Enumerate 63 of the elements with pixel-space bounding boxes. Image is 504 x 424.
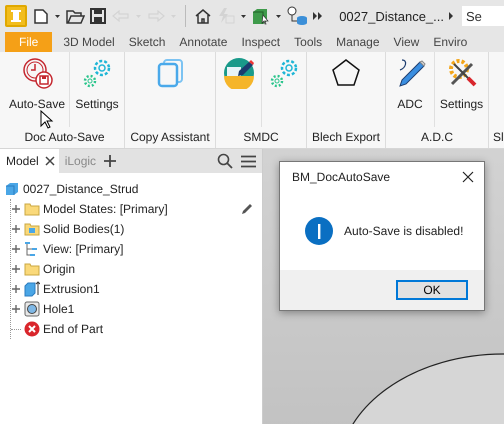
ribbon-button[interactable]: ADC: [386, 52, 434, 127]
panel-label: Copy Assistant: [129, 129, 211, 146]
ribbon-tab[interactable]: Inspect: [234, 32, 288, 52]
ribbon-tab[interactable]: View: [386, 32, 426, 52]
clock-save-icon: [21, 57, 53, 89]
ribbon-button[interactable]: Settings: [69, 52, 124, 127]
drawing-board-icon: [222, 57, 254, 89]
save-icon[interactable]: [89, 7, 107, 25]
search-field[interactable]: Se: [462, 6, 504, 26]
folder-icon: [24, 261, 40, 277]
expand-icon[interactable]: [11, 284, 21, 294]
panel-label: Sl: [492, 129, 504, 146]
ribbon-tab[interactable]: Manage: [329, 32, 387, 52]
ribbon-tab[interactable]: Annotate: [172, 32, 234, 52]
database-icon[interactable]: [286, 6, 308, 26]
search-icon[interactable]: [217, 153, 233, 169]
expand-icon[interactable]: [11, 264, 21, 274]
tree-item[interactable]: Hole1: [43, 302, 74, 316]
expand-icon[interactable]: [11, 224, 21, 234]
cube-icon: [4, 181, 20, 197]
home-icon[interactable]: [194, 7, 212, 25]
panel-label: SMDC: [242, 129, 280, 146]
menu-icon[interactable]: [241, 154, 256, 168]
ok-button[interactable]: OK: [396, 280, 468, 300]
tree-item[interactable]: Solid Bodies(1): [43, 222, 124, 236]
info-icon: [304, 216, 334, 246]
hole-icon: [24, 301, 40, 317]
tree-item[interactable]: Origin: [43, 262, 76, 276]
expand-icon[interactable]: [11, 204, 21, 214]
close-icon[interactable]: [462, 171, 474, 183]
tree-item[interactable]: View: [Primary]: [43, 242, 124, 256]
expand-icon[interactable]: [11, 244, 21, 254]
new-file-icon[interactable]: [32, 7, 50, 25]
expand-icon[interactable]: [11, 304, 21, 314]
extrusion-icon: [24, 281, 40, 297]
ribbon-tab[interactable]: Enviro: [426, 32, 474, 52]
ribbon-tab[interactable]: Sketch: [122, 32, 172, 52]
dialog-message: Auto-Save is disabled!: [344, 224, 464, 238]
panel-label: Doc Auto-Save: [23, 129, 106, 146]
panel-label: A.D.C: [420, 129, 454, 146]
pencil-icon[interactable]: [240, 202, 254, 216]
cube-cursor-icon[interactable]: [251, 7, 271, 25]
folder-icon: [24, 201, 40, 217]
folder-cube-icon: [24, 221, 40, 237]
tree-item[interactable]: Model States: [Primary]: [43, 202, 168, 216]
tree-item[interactable]: End of Part: [43, 322, 104, 336]
pentagon-icon: [330, 57, 362, 89]
ribbon-button[interactable]: Settings: [434, 52, 488, 127]
add-tab-icon[interactable]: [104, 155, 116, 167]
cursor-icon: [40, 110, 54, 130]
ribbon-tab[interactable]: 3D Model: [56, 32, 122, 52]
browser-tab[interactable]: Model: [0, 149, 59, 173]
panel-label: Blech Export: [310, 129, 382, 146]
close-icon[interactable]: [44, 156, 55, 166]
gears-icon: [268, 57, 300, 89]
error-icon: [24, 321, 40, 337]
ribbon-tab[interactable]: Tools: [287, 32, 330, 52]
view-tree-icon: [24, 241, 40, 257]
gears-icon: [81, 57, 113, 89]
tree-item[interactable]: 0027_Distance_Strud: [23, 182, 138, 196]
document-title: 0027_Distance_...: [339, 8, 444, 24]
tree-item[interactable]: Extrusion1: [43, 282, 100, 296]
dialog-title: BM_DocAutoSave: [292, 170, 390, 184]
